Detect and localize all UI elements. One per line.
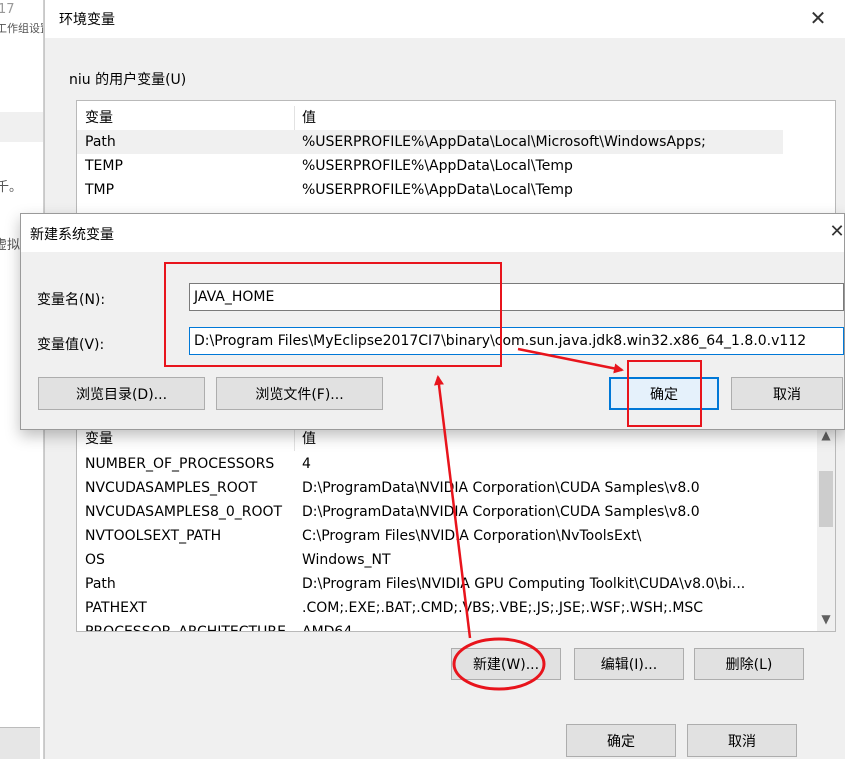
var-name: NUMBER_OF_PROCESSORS — [85, 456, 275, 472]
system-var-row[interactable]: NUMBER_OF_PROCESSORS 4 — [77, 452, 783, 476]
var-value: %USERPROFILE%\AppData\Local\Temp — [302, 158, 573, 174]
system-var-row[interactable]: PATHEXT .COM;.EXE;.BAT;.CMD;.VBS;.VBE;.J… — [77, 596, 783, 620]
system-vars-scrollbar[interactable]: ▲ ▼ — [817, 421, 835, 631]
env-window-title: 环境变量 — [59, 12, 115, 28]
var-value: Windows_NT — [302, 552, 391, 568]
delete-system-var-button[interactable]: 删除(L) — [694, 648, 804, 680]
annotation-box-ok — [627, 360, 702, 427]
var-value: D:\ProgramData\NVIDIA Corporation\CUDA S… — [302, 480, 700, 496]
variable-value-label: 变量值(V): — [37, 337, 105, 353]
var-value: D:\Program Files\NVIDIA GPU Computing To… — [302, 576, 746, 592]
dialog-title: 新建系统变量 — [30, 227, 114, 243]
dialog-close-icon[interactable]: ✕ — [827, 222, 845, 242]
scroll-down-icon[interactable]: ▼ — [818, 611, 834, 627]
bg-text-2: 虚拟 — [0, 238, 21, 253]
system-vars-list[interactable]: 变量 值 NUMBER_OF_PROCESSORS 4 NVCUDASAMPLE… — [76, 420, 836, 632]
dialog-cancel-button[interactable]: 取消 — [731, 377, 843, 410]
var-name: Path — [85, 134, 116, 150]
column-header-name[interactable]: 变量 — [85, 106, 113, 130]
var-name: OS — [85, 552, 105, 568]
scroll-thumb[interactable] — [819, 471, 833, 527]
user-var-row[interactable]: TMP %USERPROFILE%\AppData\Local\Temp — [77, 178, 783, 202]
user-vars-group-label: niu 的用户变量(U) — [69, 72, 187, 88]
bg-text-workgroup: 工作组设置 — [0, 22, 43, 35]
edit-system-var-button[interactable]: 编辑(I)... — [574, 648, 684, 680]
system-vars-header: 变量 值 — [77, 427, 783, 451]
system-var-row[interactable]: NVCUDASAMPLES_ROOT D:\ProgramData\NVIDIA… — [77, 476, 783, 500]
browse-file-button[interactable]: 浏览文件(F)... — [216, 377, 383, 410]
bg-button[interactable] — [0, 727, 40, 759]
var-name: PROCESSOR_ARCHITECTURE — [85, 624, 286, 632]
user-var-row[interactable]: Path %USERPROFILE%\AppData\Local\Microso… — [77, 130, 783, 154]
var-value: AMD64 — [302, 624, 353, 632]
system-var-row[interactable]: Path D:\Program Files\NVIDIA GPU Computi… — [77, 572, 783, 596]
var-name: Path — [85, 576, 116, 592]
env-cancel-button[interactable]: 取消 — [687, 724, 797, 757]
env-titlebar — [45, 0, 845, 38]
var-value: 4 — [302, 456, 311, 472]
column-header-name[interactable]: 变量 — [85, 427, 113, 451]
var-name: NVCUDASAMPLES8_0_ROOT — [85, 504, 283, 520]
user-var-row[interactable]: TEMP %USERPROFILE%\AppData\Local\Temp — [77, 154, 783, 178]
annotation-box-inputs — [164, 262, 502, 367]
column-header-value[interactable]: 值 — [302, 106, 316, 130]
var-value: C:\Program Files\NVIDIA Corporation\NvTo… — [302, 528, 642, 544]
user-vars-header: 变量 值 — [77, 106, 835, 130]
variable-name-label: 变量名(N): — [37, 292, 106, 308]
var-value: %USERPROFILE%\AppData\Local\Temp — [302, 182, 573, 198]
env-close-icon[interactable]: ✕ — [807, 7, 829, 29]
dialog-titlebar — [21, 214, 844, 252]
var-name: NVCUDASAMPLES_ROOT — [85, 480, 258, 496]
var-value: D:\ProgramData\NVIDIA Corporation\CUDA S… — [302, 504, 700, 520]
var-name: TEMP — [85, 158, 123, 174]
var-value: .COM;.EXE;.BAT;.CMD;.VBS;.VBE;.JS;.JSE;.… — [302, 600, 704, 616]
system-var-row[interactable]: NVTOOLSEXT_PATH C:\Program Files\NVIDIA … — [77, 524, 783, 548]
user-vars-list[interactable]: 变量 值 Path %USERPROFILE%\AppData\Local\Mi… — [76, 100, 836, 218]
system-var-row[interactable]: PROCESSOR_ARCHITECTURE AMD64 — [77, 620, 783, 632]
column-header-value[interactable]: 值 — [302, 427, 316, 451]
bg-band — [0, 112, 43, 142]
new-system-var-button[interactable]: 新建(W)... — [451, 648, 561, 680]
system-var-row[interactable]: OS Windows_NT — [77, 548, 783, 572]
var-name: PATHEXT — [85, 600, 147, 616]
env-ok-button[interactable]: 确定 — [566, 724, 676, 757]
system-var-row[interactable]: NVCUDASAMPLES8_0_ROOT D:\ProgramData\NVI… — [77, 500, 783, 524]
var-name: NVTOOLSEXT_PATH — [85, 528, 222, 544]
bg-text-version: 17 — [0, 2, 15, 17]
bg-text-1: 千。 — [0, 180, 23, 195]
var-name: TMP — [85, 182, 115, 198]
var-value: %USERPROFILE%\AppData\Local\Microsoft\Wi… — [302, 134, 706, 150]
browse-directory-button[interactable]: 浏览目录(D)... — [38, 377, 205, 410]
